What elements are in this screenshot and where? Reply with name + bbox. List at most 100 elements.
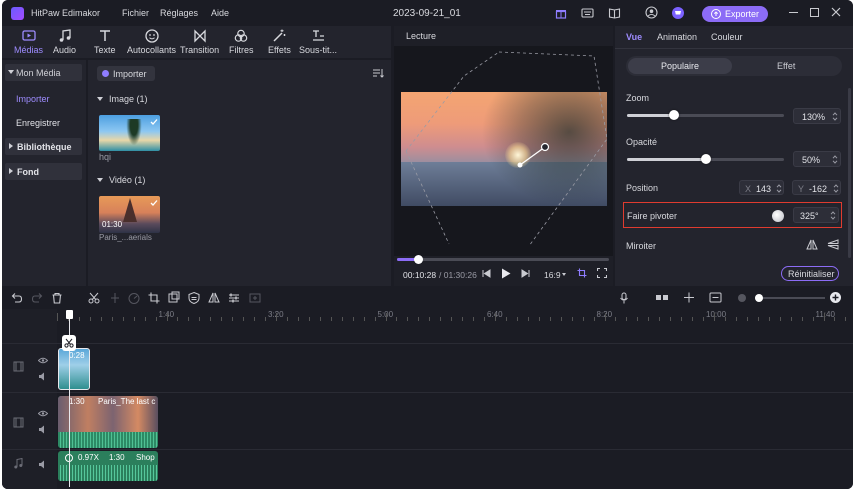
menu-aide[interactable]: Aide — [211, 8, 229, 18]
zoom-input[interactable]: 130% — [793, 108, 841, 124]
redo-icon[interactable] — [30, 291, 44, 305]
tab-m-dias[interactable]: Médias — [14, 28, 43, 56]
crop-icon[interactable] — [577, 268, 587, 278]
crop-icon[interactable] — [147, 291, 161, 305]
snap-icon[interactable] — [683, 292, 695, 303]
tab-autocollants[interactable]: Autocollants — [127, 28, 176, 56]
subtab-populaire[interactable]: Populaire — [628, 58, 732, 74]
export-button[interactable]: Exporter — [702, 6, 768, 22]
timeline-zoom-slider[interactable] — [755, 294, 825, 302]
position-x-input[interactable]: X 143 — [739, 180, 784, 195]
panel-scrollbar[interactable] — [848, 88, 851, 258]
step-back-icon[interactable] — [482, 269, 491, 278]
cart-icon[interactable] — [672, 7, 684, 19]
caret-down-icon[interactable] — [97, 97, 103, 101]
mirror-icon[interactable] — [207, 291, 221, 305]
scissors-icon[interactable] — [87, 291, 101, 305]
image-clip-duration: 0:28 — [69, 351, 85, 360]
play-icon[interactable] — [501, 268, 511, 279]
microphone-icon[interactable] — [619, 292, 629, 304]
opacity-input[interactable]: 50% — [793, 151, 841, 167]
zoom-in-icon[interactable] — [830, 292, 841, 303]
shield-icon[interactable] — [187, 291, 201, 305]
maximize-icon[interactable] — [810, 8, 819, 17]
caret-down-icon[interactable] — [97, 178, 103, 182]
playhead-handle[interactable] — [66, 310, 73, 319]
import-button[interactable]: Importer — [97, 66, 155, 81]
tab-sous-tit[interactable]: Sous-tit... — [299, 28, 337, 56]
speaker-icon[interactable] — [38, 460, 48, 469]
book-icon[interactable] — [608, 7, 621, 19]
account-icon[interactable] — [645, 6, 658, 19]
video-clip[interactable]: 1:30 Paris_The last c — [58, 396, 158, 448]
freeze-frame-icon[interactable] — [167, 291, 181, 305]
undo-icon[interactable] — [10, 291, 24, 305]
subtab-effet[interactable]: Effet — [777, 61, 795, 71]
gift-icon[interactable] — [555, 7, 567, 19]
tab-transition[interactable]: Transition — [180, 28, 219, 56]
playhead-cut-marker[interactable] — [62, 335, 76, 351]
tab-animation[interactable]: Animation — [657, 32, 697, 42]
keyboard-icon[interactable] — [581, 7, 594, 19]
rotation-handle[interactable] — [394, 46, 613, 256]
sidebar-item-mon-media[interactable]: Mon Média — [5, 64, 82, 81]
fit-icon[interactable] — [709, 292, 722, 303]
menu-reglages[interactable]: Réglages — [160, 8, 198, 18]
eye-icon[interactable] — [38, 357, 48, 364]
image-thumbnail[interactable] — [99, 115, 160, 151]
tab-audio[interactable]: Audio — [53, 28, 76, 56]
eye-icon[interactable] — [38, 410, 48, 417]
stepper-icon[interactable] — [830, 211, 836, 220]
zoom-slider[interactable] — [627, 110, 784, 120]
split-icon[interactable] — [108, 291, 122, 305]
sidebar-item-fond[interactable]: Fond — [5, 163, 82, 180]
tab-texte[interactable]: Texte — [94, 28, 116, 56]
audio-clip[interactable]: 0.97X 1:30 Shop — [58, 451, 158, 481]
flip-horizontal-icon[interactable] — [806, 239, 818, 250]
speed-icon[interactable] — [127, 291, 141, 305]
position-y-input[interactable]: Y -162 — [792, 180, 841, 195]
flip-vertical-icon[interactable] — [827, 239, 839, 250]
sidebar-item-bibliotheque[interactable]: Bibliothèque — [5, 138, 82, 155]
sidebar-item-importer[interactable]: Importer — [16, 94, 50, 104]
rotate-input[interactable]: 325° — [793, 207, 839, 223]
stepper-icon[interactable] — [832, 155, 838, 164]
preview-progress-track[interactable] — [397, 255, 609, 264]
speaker-icon[interactable] — [38, 425, 48, 434]
preview-playhead[interactable] — [414, 255, 424, 264]
aspect-ratio-select[interactable]: 16:9 — [544, 270, 561, 280]
image-clip[interactable]: 0:28 — [58, 348, 90, 390]
opacity-slider[interactable] — [627, 154, 784, 164]
timeline-zoom-knob[interactable] — [755, 294, 763, 302]
trash-icon[interactable] — [50, 291, 64, 305]
tab-effets[interactable]: Effets — [268, 28, 291, 56]
tab-filtres[interactable]: Filtres — [229, 28, 254, 56]
speaker-icon[interactable] — [38, 372, 48, 381]
time-ruler[interactable]: 1:403:205:006:408:2010:0011:40 — [57, 309, 853, 321]
menu-fichier[interactable]: Fichier — [122, 8, 149, 18]
opacity-slider-knob[interactable] — [700, 154, 711, 164]
reset-button[interactable]: Réinitialiser — [781, 266, 839, 281]
stepper-icon[interactable] — [832, 112, 838, 121]
close-icon[interactable] — [831, 7, 841, 17]
tab-vue[interactable]: Vue — [626, 32, 642, 42]
zoom-slider-knob[interactable] — [669, 110, 680, 120]
stepper-icon[interactable] — [776, 184, 782, 193]
split-view-icon[interactable] — [655, 293, 669, 302]
stepper-icon[interactable] — [833, 184, 839, 193]
sidebar-item-enregistrer[interactable]: Enregistrer — [16, 118, 60, 128]
rotation-dial-icon[interactable] — [772, 210, 784, 222]
ruler-tick — [89, 317, 91, 321]
adjust-icon[interactable] — [227, 291, 241, 305]
track-image: 0:28 — [2, 343, 853, 392]
sort-icon[interactable] — [372, 68, 384, 78]
minimize-icon[interactable] — [789, 12, 798, 13]
step-forward-icon[interactable] — [521, 269, 530, 278]
fullscreen-icon[interactable] — [597, 268, 607, 278]
export-frame-icon[interactable] — [248, 291, 262, 305]
tab-couleur[interactable]: Couleur — [711, 32, 743, 42]
video-thumbnail[interactable]: 01:30 — [99, 196, 160, 233]
zoom-out-icon[interactable] — [738, 294, 746, 302]
ruler-tick — [177, 317, 179, 321]
transition-icon — [192, 28, 208, 44]
